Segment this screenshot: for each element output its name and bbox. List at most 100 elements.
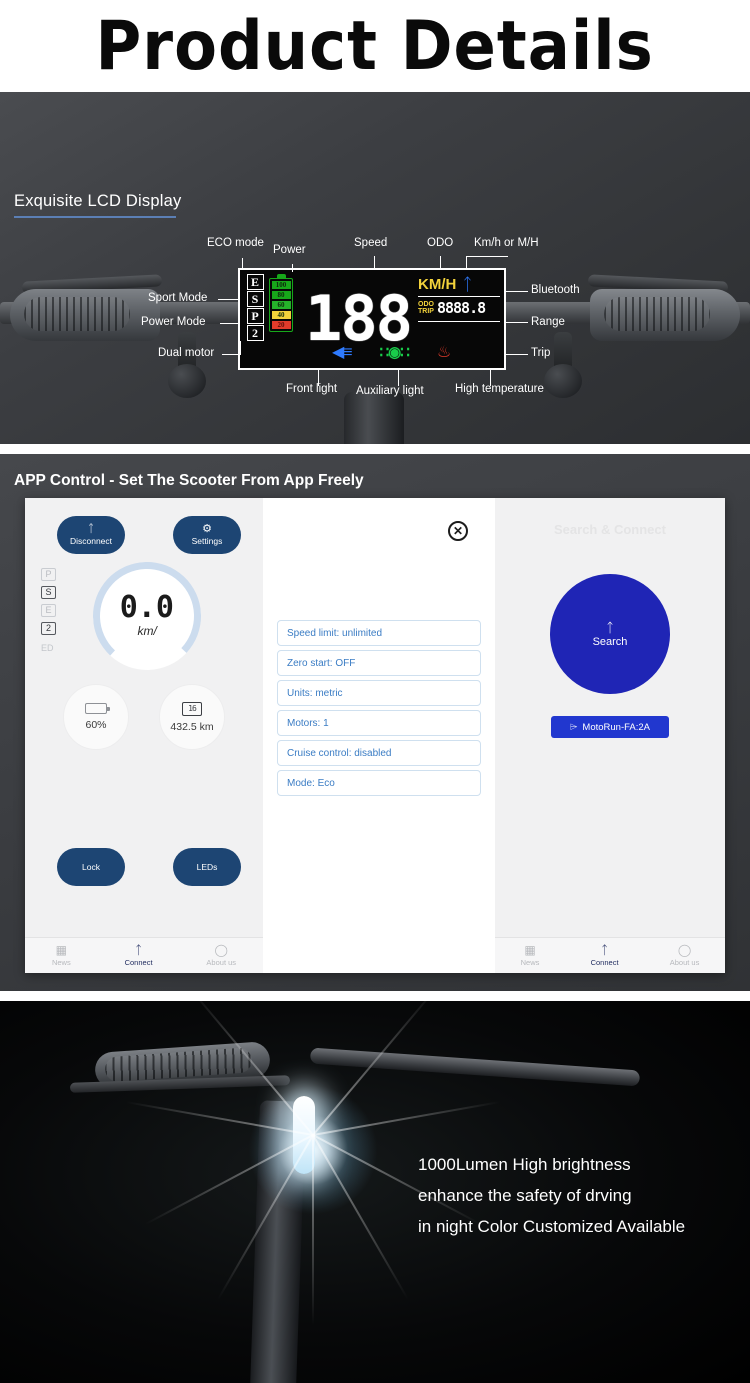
callout-power: Power [273,244,306,256]
handlebar-grip-right [590,289,740,341]
battery-segment-100: 100 [271,280,291,289]
mode-indicator-ed: ED [41,643,54,653]
news-icon: ▦ [524,943,536,957]
nav-news-label: News [51,958,71,967]
headlight-description: 1000Lumen High brightness enhance the sa… [418,1149,685,1242]
handlebar-grip-left [10,289,160,341]
headlight-line-2: enhance the safety of drving [418,1186,632,1205]
battery-segment-40: 40 [271,310,291,319]
device-name: MotoRun-FA:2A [582,721,650,733]
nav-about-us[interactable]: ◯ About us [206,944,236,967]
lock-button[interactable]: Lock [57,848,125,886]
lock-label: Lock [82,862,100,872]
callout-dual-motor: Dual motor [158,347,215,359]
odometer-value: 432.5 km [170,720,214,733]
leader-dualmotor [222,354,240,355]
section-divider-2 [0,991,750,1001]
grip-texture [604,297,710,331]
odometer-icon: 16 [182,701,202,716]
headlight-section: 1000Lumen High brightness enhance the sa… [0,1001,750,1383]
lcd-status-icons: ◀≡ ∷◉∷ ♨ [332,342,451,362]
mode-indicator-p: P [41,568,56,581]
callout-auxiliary-light: Auxiliary light [356,385,424,397]
disconnect-button[interactable]: ᛏ Disconnect [57,516,125,554]
lcd-mode-p: P [246,308,264,324]
device-list-item[interactable]: ⌲ MotoRun-FA:2A [551,716,669,738]
battery-stat: 60% [63,684,129,750]
nav-connect-label: Connect [590,958,619,967]
battery-segment-60: 60 [271,300,291,309]
odometer-stat: 16 432.5 km [159,684,225,750]
lcd-mode-e: E [246,274,264,290]
app-screen-search: Search & Connect ᛏ Search ⌲ MotoRun-FA:2… [495,498,725,973]
nav-about-label: About us [669,958,700,967]
lcd-mode-column: E S P 2 [240,270,266,368]
app-screen-settings: ✕ Speed limit: unlimited Zero start: OFF… [263,498,495,973]
nav-about-label: About us [206,958,237,967]
callout-front-light: Front light [286,383,338,395]
thermometer-icon: ♨ [436,344,452,361]
nav-news[interactable]: ▦ News [521,944,540,967]
lcd-odo-value: 8888.8 [436,299,486,317]
callout-speed: Speed [354,237,388,249]
lcd-odo-trip-labels: ODO TRIP [418,301,434,316]
leader-auxlight [398,370,399,386]
page-title: Product Details [95,6,655,86]
leader-range [506,322,528,323]
leader-power [292,264,293,272]
settings-label: Settings [191,536,223,546]
settings-list: Speed limit: unlimited Zero start: OFF U… [277,620,481,800]
news-icon: ▦ [55,943,67,957]
bluetooth-icon: ᛏ [462,275,473,294]
setting-row-motors[interactable]: Motors: 1 [277,710,481,736]
lcd-display-section: Exquisite LCD Display E S P 2 100 80 60 … [0,92,750,444]
bluetooth-icon: ᛏ [606,619,614,635]
close-icon[interactable]: ✕ [448,521,468,541]
leader-bluetooth [506,291,528,292]
scooter-icon: ◯ [677,943,692,957]
app-screenshots: ᛏ Disconnect ⚙ Settings P S E 2 ED 0.0 k… [25,498,725,973]
mode-indicator-rail: P S E 2 ED [41,568,56,653]
app-screen-dashboard: ᛏ Disconnect ⚙ Settings P S E 2 ED 0.0 k… [25,498,263,973]
settings-button[interactable]: ⚙ Settings [173,516,241,554]
leds-button[interactable]: LEDs [173,848,241,886]
leader-sport [218,299,240,300]
setting-row-units[interactable]: Units: metric [277,680,481,706]
section-divider-1 [0,444,750,454]
callout-sport-mode: Sport Mode [148,292,208,304]
leader-unit [466,256,467,270]
setting-row-zero-start[interactable]: Zero start: OFF [277,650,481,676]
nav-connect[interactable]: ᛏ Connect [591,944,619,967]
scooter-icon: ⌲ [569,721,578,733]
steering-column [344,392,404,444]
setting-row-mode[interactable]: Mode: Eco [277,770,481,796]
leader-eco [242,258,243,270]
leader-odo [440,256,441,270]
lcd-battery-gauge: 100 80 60 40 20 [266,270,296,368]
battery-percent: 60% [85,719,107,731]
bluetooth-icon: ᛏ [600,943,609,957]
nav-about-us[interactable]: ◯ About us [670,944,700,967]
speedometer-unit: km/ [137,623,158,638]
nav-news-label: News [520,958,540,967]
callout-eco-mode: ECO mode [207,237,264,249]
headlight-line-1: 1000Lumen High brightness [418,1155,631,1174]
setting-row-cruise-control[interactable]: Cruise control: disabled [277,740,481,766]
search-label: Search [592,635,628,648]
leds-label: LEDs [196,862,218,872]
nav-connect[interactable]: ᛏ Connect [125,944,153,967]
mode-indicator-e: E [41,604,56,617]
disconnect-label: Disconnect [69,536,113,546]
lcd-trip-label: TRIP [418,308,434,315]
nav-news[interactable]: ▦ News [52,944,71,967]
lcd-mode-s: S [246,291,264,307]
bluetooth-off-icon: ᛏ [87,523,95,535]
leader-powermode [220,323,240,324]
search-button[interactable]: ᛏ Search [550,574,670,694]
mode-indicator-2: 2 [41,622,56,635]
setting-row-speed-limit[interactable]: Speed limit: unlimited [277,620,481,646]
bottom-navbar-left: ▦ News ᛏ Connect ◯ About us [25,937,263,973]
callout-odo: ODO [427,237,454,249]
grip-texture [24,297,130,331]
lcd-divider-2 [418,321,500,322]
